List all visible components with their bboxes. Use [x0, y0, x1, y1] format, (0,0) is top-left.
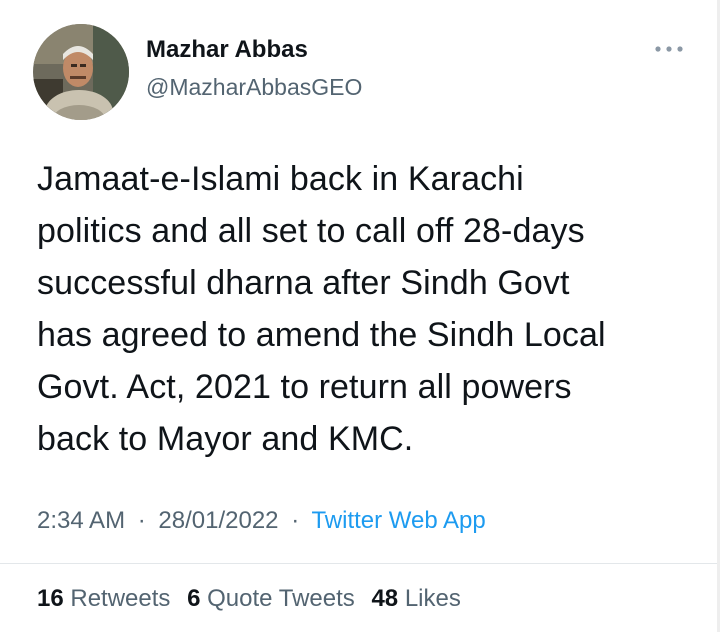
meta-separator: ·: [291, 507, 300, 534]
quotes-label: Quote Tweets: [207, 585, 355, 612]
tweet-time[interactable]: 2:34 AM: [37, 507, 125, 534]
tweet-text-line: Govt. Act, 2021 to return all powers: [37, 368, 572, 406]
retweets-count: 16: [37, 585, 64, 612]
author-handle[interactable]: @MazharAbbasGEO: [146, 74, 362, 101]
tweet-source-link[interactable]: Twitter Web App: [311, 507, 485, 534]
tweet-text-line: politics and all set to call off 28-days: [37, 212, 585, 250]
retweets-stat[interactable]: 16 Retweets: [37, 585, 177, 612]
divider: [0, 563, 720, 564]
likes-count: 48: [371, 585, 399, 612]
tweet-text: Jamaat-e-Islami back in Karachi politics…: [37, 153, 697, 465]
likes-label: Likes: [404, 585, 461, 612]
meta-separator: ·: [137, 507, 146, 534]
tweet-date[interactable]: 28/01/2022: [158, 507, 278, 534]
tweet-stats: 16 Retweets 6 Quote Tweets 48 Likes: [37, 585, 461, 613]
quote-tweets-stat[interactable]: 6 Quote Tweets: [187, 585, 361, 612]
tweet-text-line: successful dharna after Sindh Govt: [37, 264, 570, 302]
avatar[interactable]: [33, 24, 129, 120]
tweet-text-line: Jamaat-e-Islami back in Karachi: [37, 160, 524, 198]
likes-stat[interactable]: 48 Likes: [371, 585, 460, 612]
retweets-label: Retweets: [70, 585, 171, 612]
quotes-count: 6: [187, 585, 201, 612]
author-display-name[interactable]: Mazhar Abbas: [146, 36, 308, 64]
tweet-text-line: has agreed to amend the Sindh Local: [37, 316, 606, 354]
tweet-card: Mazhar Abbas @MazharAbbasGEO Jamaat-e-Is…: [0, 0, 720, 632]
avatar-photo: [33, 24, 129, 120]
more-horizontal-icon[interactable]: [654, 41, 684, 52]
tweet-meta: 2:34 AM · 28/01/2022 · Twitter Web App: [37, 507, 486, 535]
tweet-text-line: back to Mayor and KMC.: [37, 420, 414, 458]
